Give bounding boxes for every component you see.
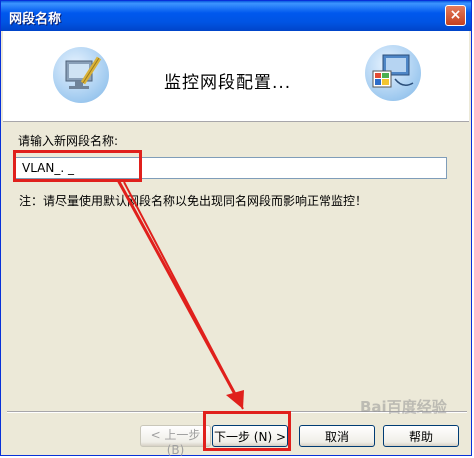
annotation-arrow: [116, 179, 244, 410]
